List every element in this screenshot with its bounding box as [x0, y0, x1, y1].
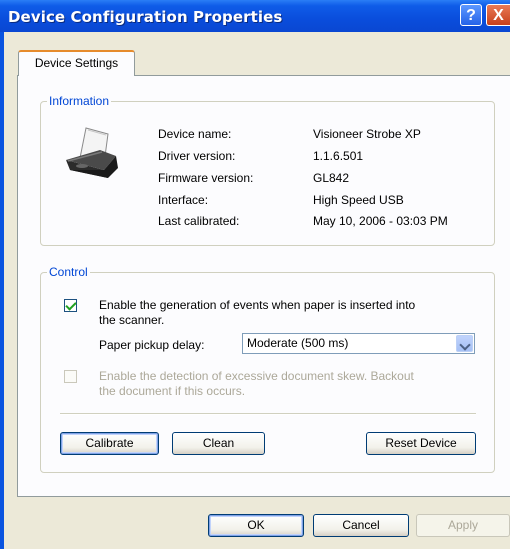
interface-label: Interface:: [158, 193, 209, 207]
interface-value: High Speed USB: [313, 193, 404, 207]
driver-version-label: Driver version:: [158, 149, 236, 163]
clean-button[interactable]: Clean: [172, 432, 265, 455]
events-checkbox-label-line1: Enable the generation of events when pap…: [99, 298, 416, 312]
information-group-title: Information: [47, 94, 112, 108]
tab-device-settings[interactable]: Device Settings: [18, 50, 135, 76]
last-calibrated-value: May 10, 2006 - 03:03 PM: [313, 214, 448, 228]
events-checkbox-label[interactable]: Enable the generation of events when pap…: [99, 298, 415, 328]
pickup-delay-label: Paper pickup delay:: [99, 338, 205, 352]
device-name-value: Visioneer Strobe XP: [313, 127, 421, 141]
skew-checkbox[interactable]: [64, 370, 77, 383]
driver-version-value: 1.1.6.501: [313, 149, 364, 163]
reset-device-button[interactable]: Reset Device: [366, 432, 476, 455]
control-group-title: Control: [47, 265, 90, 279]
last-calibrated-label: Last calibrated:: [158, 214, 240, 228]
calibrate-button[interactable]: Calibrate: [60, 432, 159, 455]
skew-checkbox-label-line1: Enable the detection of excessive docume…: [99, 369, 414, 383]
firmware-version-label: Firmware version:: [158, 171, 254, 185]
firmware-version-value: GL842: [313, 171, 350, 185]
cancel-button[interactable]: Cancel: [313, 514, 409, 537]
device-name-label: Device name:: [158, 127, 232, 141]
scanner-icon: [66, 127, 118, 178]
help-button[interactable]: ?: [460, 4, 482, 26]
apply-button[interactable]: Apply: [416, 514, 510, 537]
chevron-down-icon[interactable]: [456, 335, 473, 352]
pickup-delay-select[interactable]: Moderate (500 ms): [242, 333, 475, 354]
skew-checkbox-label-line2: the document if this occurs.: [99, 384, 246, 398]
close-button[interactable]: X: [486, 4, 510, 26]
control-divider: [60, 413, 476, 415]
title-bar[interactable]: Device Configuration Properties ? X: [0, 0, 510, 32]
events-checkbox[interactable]: [64, 299, 77, 312]
pickup-delay-value: Moderate (500 ms): [247, 336, 349, 350]
skew-checkbox-label[interactable]: Enable the detection of excessive docume…: [99, 369, 414, 399]
events-checkbox-label-line2: the scanner.: [99, 313, 165, 327]
ok-button[interactable]: OK: [208, 514, 304, 537]
window-title: Device Configuration Properties: [8, 8, 283, 26]
